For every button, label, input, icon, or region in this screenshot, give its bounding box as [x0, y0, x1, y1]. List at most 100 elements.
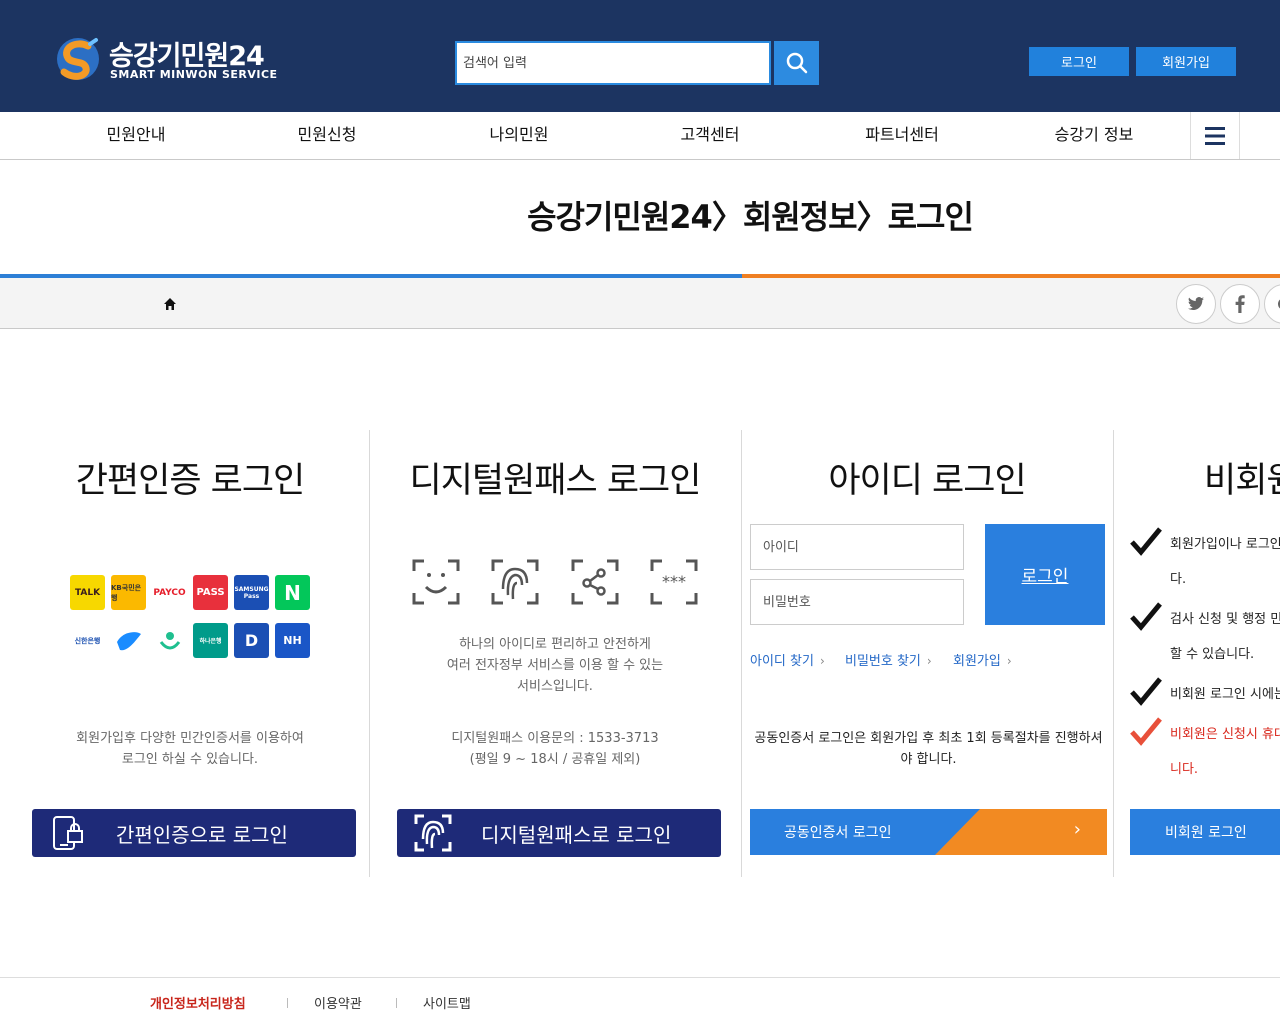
onepass-desc-line: 하나의 아이디로 편리하고 안전하게 — [459, 637, 651, 652]
nonmember-item-4-cont: 니다. — [1170, 762, 1199, 777]
find-id-label: 아이디 찾기 — [750, 654, 814, 669]
share-more-button[interactable] — [1264, 284, 1280, 324]
onepass-desc-line: 서비스입니다. — [517, 679, 593, 694]
join-label: 회원가입 — [953, 654, 1001, 669]
fingerprint-button-icon — [414, 814, 452, 852]
nav-item-partner[interactable]: 파트너센터 — [822, 112, 982, 159]
nonmember-item-3: 비회원 로그인 시에는 — [1170, 687, 1280, 702]
pin-password-icon: *** — [650, 559, 698, 605]
find-id-link[interactable]: 아이디 찾기 › — [750, 650, 825, 669]
svg-text:***: *** — [662, 572, 686, 591]
sitemap-link[interactable]: 사이트맵 — [423, 993, 471, 1012]
simple-desc-line: 로그인 하실 수 있습니다. — [121, 752, 259, 767]
hana-bank-icon: 하나은행 — [193, 623, 228, 658]
id-login-button[interactable]: 로그인 — [985, 524, 1105, 625]
home-icon[interactable] — [162, 296, 178, 312]
facebook-share-button[interactable] — [1220, 284, 1260, 324]
header-join-button[interactable]: 회원가입 — [1136, 47, 1236, 76]
id-login-title: 아이디 로그인 — [828, 461, 1026, 501]
onepass-method-icons: *** — [412, 559, 702, 607]
onepass-contact-line: (평일 9 ~ 18시 / 공휴일 제외) — [469, 752, 641, 767]
naver-icon: N — [275, 575, 310, 610]
samsung-pass-icon: SAMSUNG Pass — [234, 575, 269, 610]
search-icon — [786, 52, 807, 74]
onepass-button-label: 디지털원패스로 로그인 — [481, 822, 672, 847]
pki-login-button[interactable]: 공동인증서 로그인 › — [750, 809, 1107, 855]
d-cert-icon: D — [234, 623, 269, 658]
site-logo[interactable]: 승강기민원24 SMART MINWON SERVICE — [54, 34, 277, 84]
nav-item-apply[interactable]: 민원신청 — [247, 112, 407, 159]
warning-check-icon — [1130, 717, 1162, 746]
kb-bank-icon: KB국민은행 — [111, 575, 146, 610]
nonmember-title: 비회원 — [1204, 461, 1280, 501]
join-link[interactable]: 회원가입 › — [953, 650, 1012, 669]
toss-shape-icon — [116, 631, 141, 650]
simple-auth-title: 간편인증 로그인 — [75, 461, 306, 501]
logo-subtitle: SMART MINWON SERVICE — [110, 68, 278, 81]
onepass-contact-line: 디지털원패스 이용문의 : 1533-3713 — [451, 731, 659, 746]
check-icon — [1130, 602, 1162, 631]
chevron-right-icon: › — [1073, 819, 1081, 840]
simple-auth-button-label: 간편인증으로 로그인 — [116, 822, 288, 847]
nav-item-info[interactable]: 승강기 정보 — [1014, 112, 1174, 159]
column-divider — [369, 430, 370, 877]
onepass-title: 디지털원패스 로그인 — [409, 461, 702, 501]
onepass-desc-line: 여러 전자정부 서비스를 이용 할 수 있는 — [446, 658, 664, 673]
payco-icon: PAYCO — [152, 575, 187, 610]
nonmember-item-2: 검사 신청 및 행정 민 — [1170, 612, 1280, 627]
simple-auth-desc: 회원가입후 다양한 민간인증서를 이용하여 로그인 하실 수 있습니다. — [20, 728, 360, 770]
search-input[interactable] — [455, 41, 771, 85]
chevron-right-icon: › — [819, 654, 825, 668]
phone-lock-icon — [53, 816, 83, 850]
face-recognition-icon — [412, 559, 460, 605]
kakaobank-icon — [152, 623, 187, 658]
all-menu-button[interactable] — [1190, 112, 1240, 159]
header-login-button[interactable]: 로그인 — [1029, 47, 1129, 76]
column-divider — [1113, 430, 1114, 877]
pki-note: 공동인증서 로그인은 회원가입 후 최초 1회 등록절차를 진행하셔야 합니다. — [754, 731, 1103, 767]
find-password-link[interactable]: 비밀번호 찾기 › — [845, 650, 932, 669]
nav-item-support[interactable]: 고객센터 — [630, 112, 790, 159]
nonmember-login-button[interactable]: 비회원 로그인 — [1130, 809, 1280, 855]
pki-button-label: 공동인증서 로그인 — [784, 825, 892, 841]
pattern-icon — [571, 559, 619, 605]
chevron-right-icon: › — [926, 654, 932, 668]
chevron-right-icon: › — [1006, 654, 1012, 668]
footer-separator — [396, 998, 397, 1008]
fingerprint-icon — [491, 559, 539, 605]
onepass-contact: 디지털원패스 이용문의 : 1533-3713 (평일 9 ~ 18시 / 공휴… — [385, 728, 725, 770]
user-id-input[interactable] — [750, 524, 964, 570]
breadcrumb — [0, 278, 1280, 329]
kakao-talk-icon: TALK — [70, 575, 105, 610]
onepass-login-button[interactable]: 디지털원패스로 로그인 — [397, 809, 721, 857]
top-header: 승강기민원24 SMART MINWON SERVICE 로그인 회원가입 — [0, 0, 1280, 112]
nh-icon: NH — [275, 623, 310, 658]
terms-link[interactable]: 이용약관 — [314, 993, 362, 1012]
twitter-share-button[interactable] — [1176, 284, 1216, 324]
footer-separator — [287, 998, 288, 1008]
nonmember-item-4: 비회원은 신청시 휴대 — [1170, 727, 1280, 742]
shinhan-bank-icon: 신한은행 — [70, 623, 105, 658]
nav-item-guide[interactable]: 민원안내 — [56, 112, 216, 159]
check-icon — [1130, 527, 1162, 556]
nonmember-item-1-cont: 다. — [1170, 572, 1187, 587]
logo-s-icon — [57, 38, 99, 80]
nav-item-my[interactable]: 나의민원 — [439, 112, 599, 159]
nonmember-item-2-cont: 할 수 있습니다. — [1170, 647, 1255, 662]
toss-icon — [111, 623, 146, 658]
simple-auth-login-button[interactable]: 간편인증으로 로그인 — [32, 809, 356, 857]
page-title: 승강기민원24〉회원정보〉로그인 — [527, 198, 974, 236]
search-button[interactable] — [774, 41, 819, 85]
onepass-desc: 하나의 아이디로 편리하고 안전하게 여러 전자정부 서비스를 이용 할 수 있… — [385, 634, 725, 697]
find-password-label: 비밀번호 찾기 — [845, 654, 921, 669]
footer: 개인정보처리방침 이용약관 사이트맵 — [0, 977, 1280, 1024]
privacy-policy-link[interactable]: 개인정보처리방침 — [150, 993, 246, 1012]
nonmember-item-1: 회원가입이나 로그인 — [1170, 537, 1280, 552]
column-divider — [741, 430, 742, 877]
check-icon — [1130, 677, 1162, 706]
main-nav: 민원안내 민원신청 나의민원 고객센터 파트너센터 승강기 정보 — [0, 112, 1280, 160]
password-input[interactable] — [750, 579, 964, 625]
kakaobank-shape-icon — [159, 631, 180, 649]
facebook-icon — [1235, 295, 1245, 313]
twitter-icon — [1188, 297, 1204, 311]
